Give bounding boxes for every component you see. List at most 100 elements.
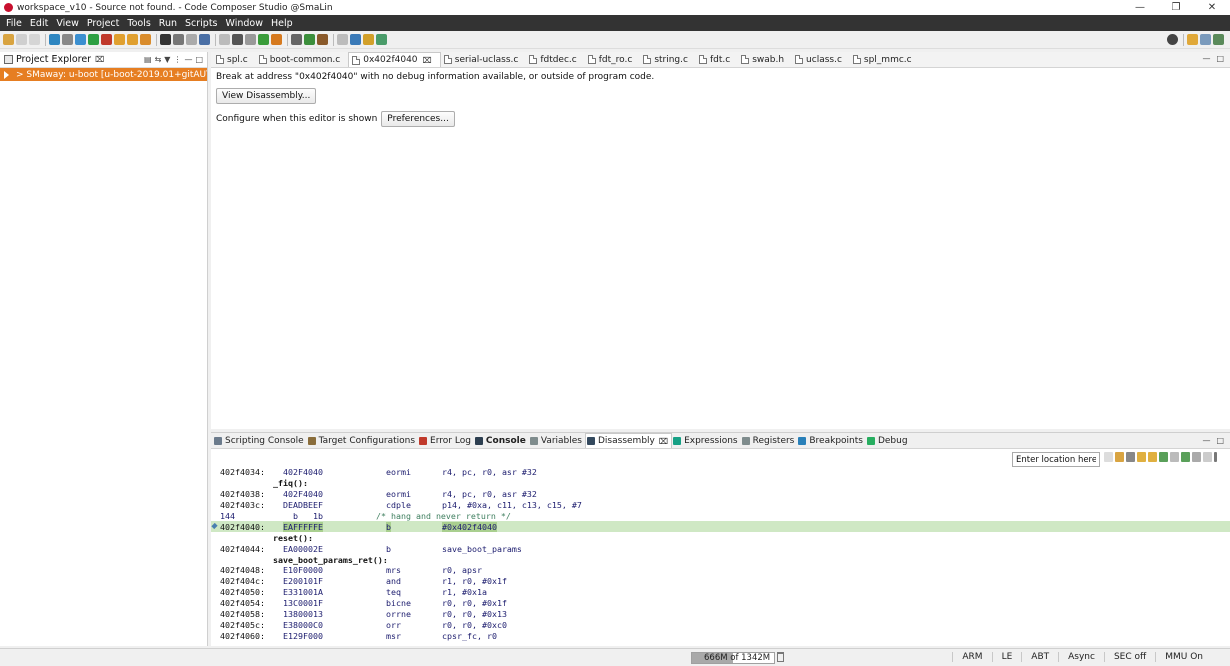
search-icon[interactable]: [350, 34, 361, 45]
close-window-button[interactable]: ✕: [1194, 0, 1230, 15]
editor-tab[interactable]: fdt.c: [696, 52, 738, 67]
open-type-icon[interactable]: [337, 34, 348, 45]
panel-tab[interactable]: Registers: [741, 433, 798, 448]
menu-project[interactable]: Project: [83, 18, 124, 29]
view-disassembly-button[interactable]: View Disassembly...: [216, 88, 317, 104]
heap-status[interactable]: 666M of 1342M: [691, 652, 775, 664]
project-tree-item[interactable]: > SMaway: u-boot [u-boot-2019.01+gitAUTO…: [0, 68, 207, 81]
link-pc-icon[interactable]: [1181, 452, 1190, 462]
function-label-row[interactable]: _fiq():: [211, 478, 1230, 489]
function-label-row[interactable]: reset():: [211, 532, 1230, 543]
editor-tab[interactable]: spl_mmc.c: [850, 52, 920, 67]
settings-icon[interactable]: [291, 34, 302, 45]
refresh-icon[interactable]: [245, 34, 256, 45]
minimize-button[interactable]: —: [1122, 0, 1158, 15]
suspend-icon[interactable]: [75, 34, 86, 45]
panel-tab[interactable]: Target Configurations: [307, 433, 418, 448]
instruction-row[interactable]: 402f403c: DEADBEEF cdple p14, #0xa, c11, c1…: [211, 500, 1230, 511]
pin-icon[interactable]: [1203, 452, 1212, 462]
restore-button[interactable]: ❐: [1158, 0, 1194, 15]
instruction-row[interactable]: 402f4054: 13C0001F bicne r0, r0, #0x1f: [211, 598, 1230, 609]
search-debug-icon[interactable]: [199, 34, 210, 45]
editor-tab[interactable]: serial-uclass.c: [441, 52, 527, 67]
instruction-row[interactable]: 402f4034: 402F4040 eormi r4, pc, r0, asr #3…: [211, 467, 1230, 478]
maximize-view-icon[interactable]: □: [195, 55, 203, 64]
filter-icon[interactable]: ▼: [164, 55, 170, 64]
instruction-row[interactable]: 402f4040: EAFFFFFE b #0x402f4040: [211, 521, 1230, 533]
step-return-icon[interactable]: [140, 34, 151, 45]
menu-window[interactable]: Window: [222, 18, 267, 29]
panel-tab[interactable]: Error Log: [418, 433, 474, 448]
instruction-row[interactable]: 402f4044: EA00002E b save_boot_params: [211, 543, 1230, 554]
instruction-row[interactable]: 402f4050: E331001A teq r1, #0x1a: [211, 587, 1230, 598]
editor-tab[interactable]: 0x402f4040 ⌧: [348, 52, 441, 67]
editor-tab[interactable]: swab.h: [738, 52, 792, 67]
editor-tab[interactable]: spl.c: [213, 52, 256, 67]
show-source-icon[interactable]: [1115, 452, 1124, 462]
perspective-ccs-edit-icon[interactable]: [1200, 34, 1211, 45]
step-into-icon[interactable]: [114, 34, 125, 45]
source-line-row[interactable]: 144 b 1b /* hang and never return */: [211, 511, 1230, 522]
menu-run[interactable]: Run: [155, 18, 181, 29]
memory-browser-icon[interactable]: [160, 34, 171, 45]
close-tab-icon[interactable]: ⌧: [659, 437, 668, 446]
save-icon[interactable]: [16, 34, 27, 45]
link-icon[interactable]: [186, 34, 197, 45]
build-icon[interactable]: [219, 34, 230, 45]
minimize-editor-icon[interactable]: —: [1202, 54, 1210, 63]
new-icon[interactable]: [3, 34, 14, 45]
minimize-view-icon[interactable]: —: [184, 55, 192, 64]
maximize-panel-icon[interactable]: □: [1216, 436, 1224, 445]
function-label-row[interactable]: save_boot_params_ret():: [211, 554, 1230, 565]
close-icon[interactable]: ⌧: [95, 55, 104, 64]
expand-arrow-icon[interactable]: [4, 70, 9, 79]
preferences-button[interactable]: Preferences...: [381, 111, 455, 127]
debug-icon[interactable]: [49, 34, 60, 45]
perspective-open-icon[interactable]: [1187, 34, 1198, 45]
location-input[interactable]: [1012, 452, 1100, 467]
instruction-row[interactable]: 402f404c: E200101F and r1, r0, #0x1f: [211, 576, 1230, 587]
instruction-row[interactable]: 402f4060: E129F000 msr cpsr_fc, r0: [211, 630, 1230, 641]
panel-tab[interactable]: Expressions: [672, 433, 741, 448]
collapse-all-icon[interactable]: ▤: [144, 55, 152, 64]
panel-tab[interactable]: Debug: [866, 433, 911, 448]
perspective-debug-icon[interactable]: [1213, 34, 1224, 45]
show-symbols-icon[interactable]: [1137, 452, 1146, 462]
external-tools-icon[interactable]: [271, 34, 282, 45]
open-perspective-icon[interactable]: [376, 34, 387, 45]
minimize-panel-icon[interactable]: —: [1202, 436, 1210, 445]
instruction-row[interactable]: 402f4058: 13800013 orrne r0, r0, #0x13: [211, 609, 1230, 620]
show-opcodes-icon[interactable]: [1148, 452, 1157, 462]
panel-tab[interactable]: Variables: [529, 433, 585, 448]
editor-tab[interactable]: fdtdec.c: [526, 52, 584, 67]
garbage-collect-icon[interactable]: [777, 652, 784, 662]
print-icon[interactable]: [173, 34, 184, 45]
editor-tab[interactable]: fdt_ro.c: [585, 52, 641, 67]
go-to-location-icon[interactable]: [1104, 452, 1113, 462]
menu-view[interactable]: View: [52, 18, 83, 29]
resume-icon[interactable]: [88, 34, 99, 45]
clean-icon[interactable]: [232, 34, 243, 45]
instruction-row[interactable]: 402f4048: E10F0000 mrs r0, apsr: [211, 565, 1230, 576]
new-view-icon[interactable]: [1192, 452, 1201, 462]
menu-tools[interactable]: Tools: [123, 18, 154, 29]
menu-help[interactable]: Help: [267, 18, 297, 29]
editor-tab[interactable]: string.c: [640, 52, 696, 67]
link-with-editor-icon[interactable]: ⇆: [155, 55, 162, 64]
panel-tab[interactable]: Scripting Console: [213, 433, 307, 448]
save-all-icon[interactable]: [29, 34, 40, 45]
menu-scripts[interactable]: Scripts: [181, 18, 222, 29]
close-tab-icon[interactable]: ⌧: [423, 56, 432, 65]
panel-tab[interactable]: Console: [474, 433, 529, 448]
refresh-disassembly-icon[interactable]: [1170, 452, 1179, 462]
quick-search-icon[interactable]: [1167, 34, 1178, 45]
sync-icon[interactable]: [1159, 452, 1168, 462]
run-config-icon[interactable]: [258, 34, 269, 45]
hammer-icon[interactable]: [317, 34, 328, 45]
pen-icon[interactable]: [363, 34, 374, 45]
instruction-row[interactable]: 402f405c: E38000C0 orr r0, r0, #0xc0: [211, 619, 1230, 630]
menu-file[interactable]: File: [2, 18, 26, 29]
project-explorer-title[interactable]: Project Explorer: [16, 54, 91, 65]
view-menu-icon[interactable]: ⋮: [173, 55, 181, 64]
terminate-icon[interactable]: [101, 34, 112, 45]
